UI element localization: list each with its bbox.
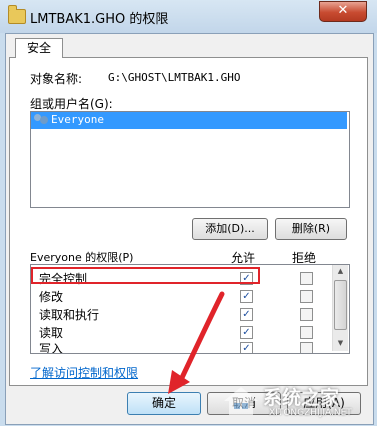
object-name-value: G:\GHOST\LMTBAK1.GHO (108, 71, 241, 84)
allow-checkbox[interactable]: ✓ (240, 308, 253, 321)
window-title: LMTBAK1.GHO 的权限 (30, 12, 169, 27)
scroll-up-icon[interactable]: ▲ (333, 267, 348, 275)
watermark-logo-icon (224, 387, 258, 415)
deny-checkbox[interactable] (300, 308, 313, 321)
allow-checkbox[interactable]: ✓ (240, 342, 253, 353)
help-link[interactable]: 了解访问控制和权限 (30, 364, 138, 381)
permissions-title: Everyone 的权限(P) (30, 251, 134, 264)
object-name-label: 对象名称: (30, 72, 83, 86)
group-list-label: 组或用户名(G): (30, 97, 113, 111)
permission-name: 写入 (39, 342, 64, 354)
annotation-arrow-icon (168, 291, 225, 394)
deny-checkbox[interactable] (300, 326, 313, 339)
scrollbar-thumb[interactable] (334, 280, 347, 330)
user-name: Everyone (51, 113, 104, 126)
deny-checkbox[interactable] (300, 342, 313, 353)
watermark-url: XITONGZHIJIA.NET (269, 408, 352, 418)
scroll-down-icon[interactable]: ▼ (333, 339, 348, 347)
permission-name: 修改 (39, 290, 64, 304)
watermark-text: 系统之家 (263, 387, 340, 409)
add-button[interactable]: 添加(D)... (192, 218, 268, 240)
deny-checkbox[interactable] (300, 290, 313, 303)
permission-name: 读取和执行 (39, 308, 100, 322)
folder-icon (8, 5, 26, 24)
close-button[interactable]: ✕ (319, 1, 367, 22)
highlight-box (31, 267, 260, 284)
allow-checkbox[interactable]: ✓ (240, 326, 253, 339)
deny-checkbox[interactable] (300, 272, 313, 285)
remove-button[interactable]: 删除(R) (275, 218, 347, 240)
tab-security[interactable]: 安全 (15, 38, 63, 58)
allow-checkbox[interactable]: ✓ (240, 290, 253, 303)
list-item[interactable]: Everyone (31, 112, 347, 129)
users-icon (34, 114, 48, 126)
